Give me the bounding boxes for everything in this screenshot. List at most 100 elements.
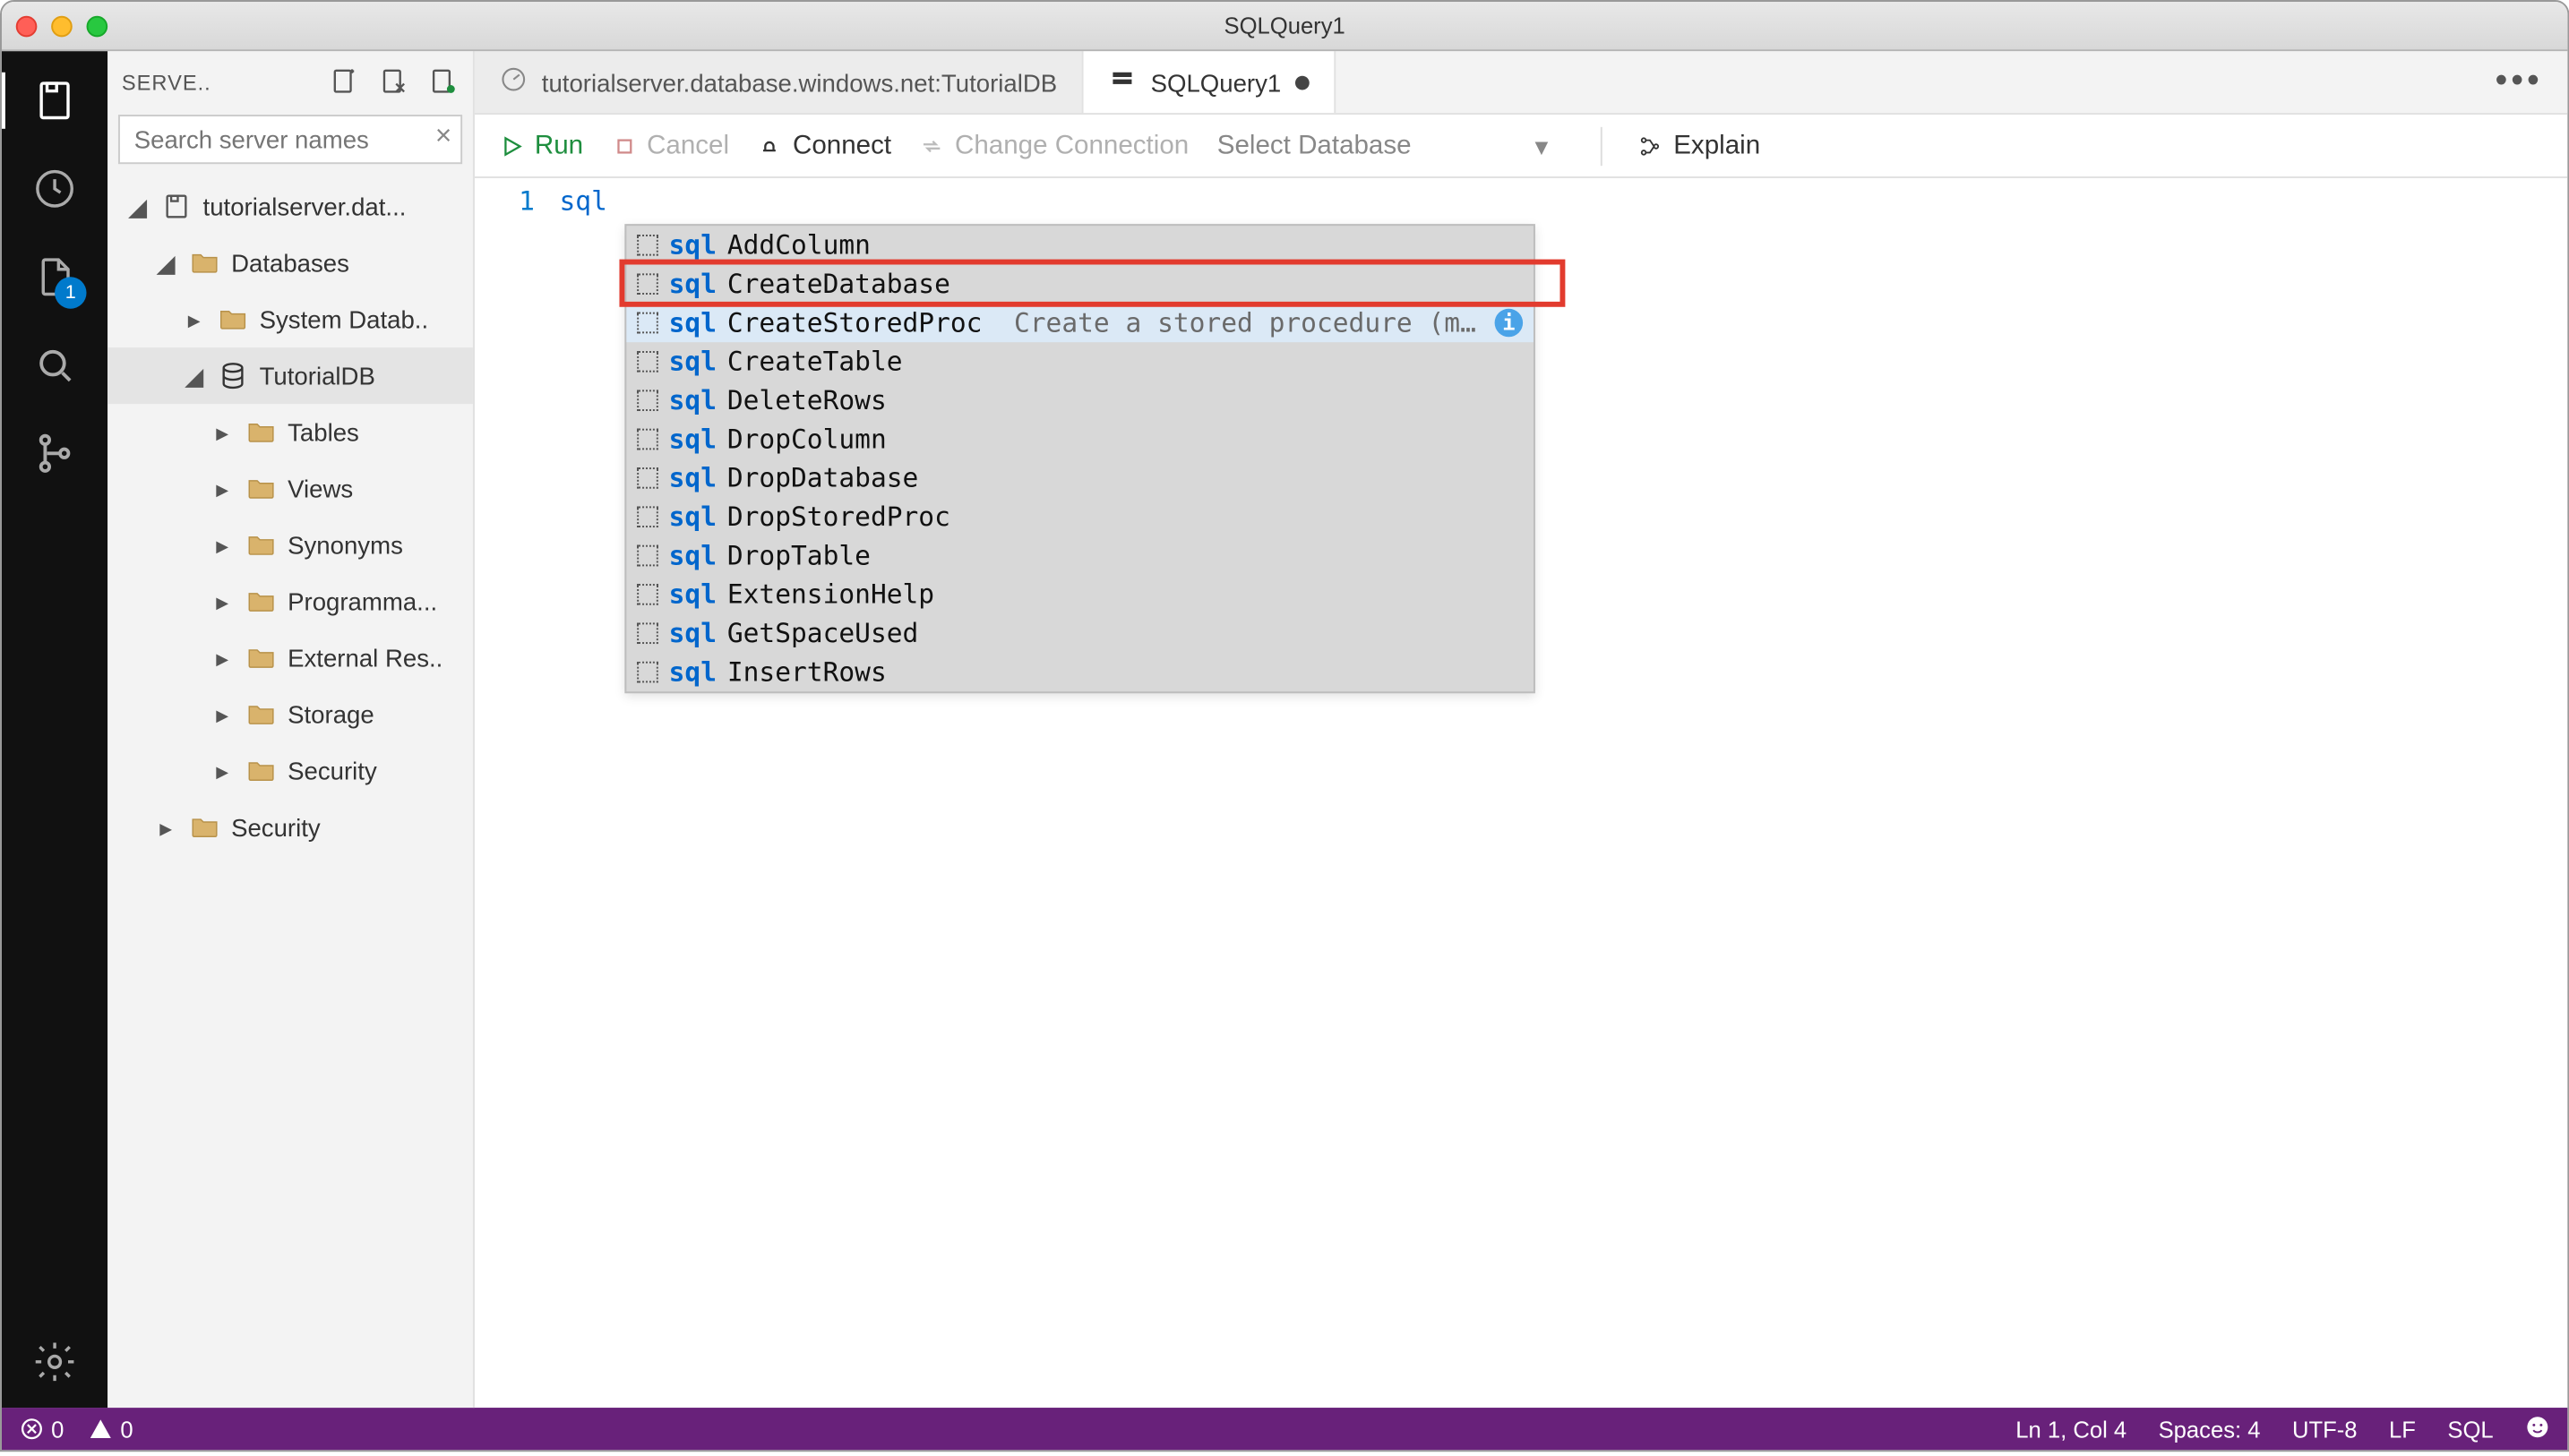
tree-storage-node[interactable]: ▸Storage <box>107 686 473 742</box>
status-eol[interactable]: LF <box>2389 1416 2416 1443</box>
tree-system-db-node[interactable]: ▸ System Datab.. <box>107 291 473 347</box>
suggestion-rest: InsertRows <box>727 656 887 688</box>
suggestion-item[interactable]: sql DropColumn <box>626 420 1534 458</box>
suggestion-match: sql <box>669 424 717 455</box>
connect-button[interactable]: Connect <box>758 131 891 160</box>
query-toolbar: Run Cancel Connect Change Connection Sel… <box>475 115 2567 178</box>
status-spaces[interactable]: Spaces: 4 <box>2159 1416 2261 1443</box>
suggestion-match: sql <box>669 384 717 415</box>
status-feedback-icon[interactable] <box>2525 1414 2550 1443</box>
search-servers-input[interactable] <box>118 115 462 164</box>
change-connection-button: Change Connection <box>920 131 1190 160</box>
suggestion-match: sql <box>669 268 717 299</box>
status-cursor-pos[interactable]: Ln 1, Col 4 <box>2015 1416 2127 1443</box>
tree-security-outer-node[interactable]: ▸Security <box>107 799 473 855</box>
tree-tables-node[interactable]: ▸Tables <box>107 404 473 460</box>
suggestion-rest: GetSpaceUsed <box>727 618 918 649</box>
suggestion-match: sql <box>669 501 717 532</box>
explain-button[interactable]: Explain <box>1638 131 1760 160</box>
server-icon <box>160 190 192 222</box>
activity-search-icon[interactable] <box>30 340 79 390</box>
folder-icon <box>217 304 248 336</box>
tree-databases-node[interactable]: ◢ Databases <box>107 235 473 291</box>
snippet-icon <box>637 622 658 644</box>
folder-icon <box>189 811 220 844</box>
new-connection-icon[interactable] <box>328 64 359 101</box>
new-group-icon[interactable] <box>378 64 409 101</box>
traffic-lights <box>16 15 107 37</box>
activity-settings-icon[interactable] <box>30 1337 79 1386</box>
database-select-label: Select Database <box>1217 131 1412 160</box>
window-title: SQLQuery1 <box>1224 13 1345 39</box>
cancel-button: Cancel <box>612 131 729 160</box>
autocomplete-popup: sqlAddColumnsqlCreateDatabasesqlCreateSt… <box>624 224 1535 693</box>
tree-programmability-node[interactable]: ▸Programma... <box>107 573 473 630</box>
tab-overflow-button[interactable]: ••• <box>2470 51 2567 113</box>
suggestion-item[interactable]: sqlCreateDatabase <box>626 265 1534 304</box>
status-errors[interactable]: 0 <box>20 1416 64 1443</box>
database-select[interactable]: Select Database ▾ <box>1217 130 1566 161</box>
tree-synonyms-node[interactable]: ▸Synonyms <box>107 517 473 573</box>
tree-security-inner-node[interactable]: ▸Security <box>107 742 473 799</box>
suggestion-rest: ExtensionHelp <box>727 578 934 610</box>
run-button[interactable]: Run <box>500 131 584 160</box>
status-warnings-count: 0 <box>120 1416 133 1443</box>
tree-server-node[interactable]: ◢ tutorialserver.dat... <box>107 178 473 235</box>
folder-icon <box>245 586 277 618</box>
suggestion-item[interactable]: sqlDropDatabase <box>626 458 1534 497</box>
tree-synonyms-label: Synonyms <box>288 531 403 560</box>
zoom-window-button[interactable] <box>87 15 108 37</box>
tree-server-label: tutorialserver.dat... <box>203 193 407 221</box>
titlebar: SQLQuery1 <box>2 2 2567 51</box>
snippet-icon <box>637 545 658 567</box>
suggestion-item[interactable]: sqlDropTable <box>626 536 1534 575</box>
folder-icon <box>245 642 277 674</box>
close-window-button[interactable] <box>16 15 38 37</box>
tree-tutorialdb-node[interactable]: ◢ TutorialDB <box>107 347 473 404</box>
tab-connection[interactable]: tutorialserver.database.windows.net:Tuto… <box>475 51 1084 113</box>
suggestion-item[interactable]: sqlAddColumn <box>626 226 1534 264</box>
folder-icon <box>245 416 277 449</box>
explain-label: Explain <box>1673 131 1760 160</box>
activity-badge: 1 <box>55 277 86 308</box>
suggestion-item[interactable]: sqlCreateTable <box>626 342 1534 381</box>
tree-databases-label: Databases <box>231 249 349 278</box>
sidebar-header: SERVE.. <box>107 51 473 115</box>
tree-security-inner-label: Security <box>288 757 377 785</box>
activity-servers-icon[interactable] <box>30 76 79 125</box>
suggestion-rest: DropColumn <box>727 424 887 455</box>
info-icon[interactable]: i <box>1495 309 1524 338</box>
activity-explorer-icon[interactable]: 1 <box>30 253 79 302</box>
snippet-icon <box>637 390 658 411</box>
activity-history-icon[interactable] <box>30 164 79 213</box>
snippet-icon <box>637 467 658 489</box>
clear-search-icon[interactable]: × <box>435 122 451 153</box>
database-icon <box>217 360 248 392</box>
typed-text: sql <box>559 185 606 217</box>
suggestion-item[interactable]: sqlDropStoredProc <box>626 498 1534 536</box>
tab-connection-label: tutorialserver.database.windows.net:Tuto… <box>542 68 1057 97</box>
activity-source-control-icon[interactable] <box>30 429 79 478</box>
status-warnings[interactable]: 0 <box>89 1416 133 1443</box>
suggestion-item[interactable]: sqlDeleteRows <box>626 381 1534 420</box>
tree-views-node[interactable]: ▸Views <box>107 460 473 517</box>
suggestion-item[interactable]: sqlCreateStoredProcCreate a stored proce… <box>626 304 1534 342</box>
unsaved-dot-icon <box>1295 75 1310 90</box>
suggestion-rest: CreateTable <box>727 346 903 377</box>
tab-query[interactable]: SQLQuery1 <box>1084 51 1336 113</box>
minimize-window-button[interactable] <box>51 15 73 37</box>
suggestion-item[interactable]: sqlExtensionHelp <box>626 575 1534 613</box>
suggestion-item[interactable]: sql GetSpaceUsed <box>626 614 1534 653</box>
status-language[interactable]: SQL <box>2447 1416 2493 1443</box>
status-errors-count: 0 <box>51 1416 64 1443</box>
tree-external-node[interactable]: ▸External Res.. <box>107 630 473 686</box>
status-encoding[interactable]: UTF-8 <box>2292 1416 2358 1443</box>
code-editor[interactable]: 1 sql sqlAddColumnsqlCreateDatabasesqlCr… <box>475 178 2567 1408</box>
tree-views-label: Views <box>288 475 353 503</box>
suggestion-match: sql <box>669 618 717 649</box>
suggestion-item[interactable]: sqlInsertRows <box>626 653 1534 691</box>
snippet-icon <box>637 429 658 450</box>
sql-file-icon <box>1108 65 1137 98</box>
new-query-icon[interactable] <box>427 64 459 101</box>
suggestion-description: Create a stored procedure (mssq… <box>1014 307 1484 338</box>
